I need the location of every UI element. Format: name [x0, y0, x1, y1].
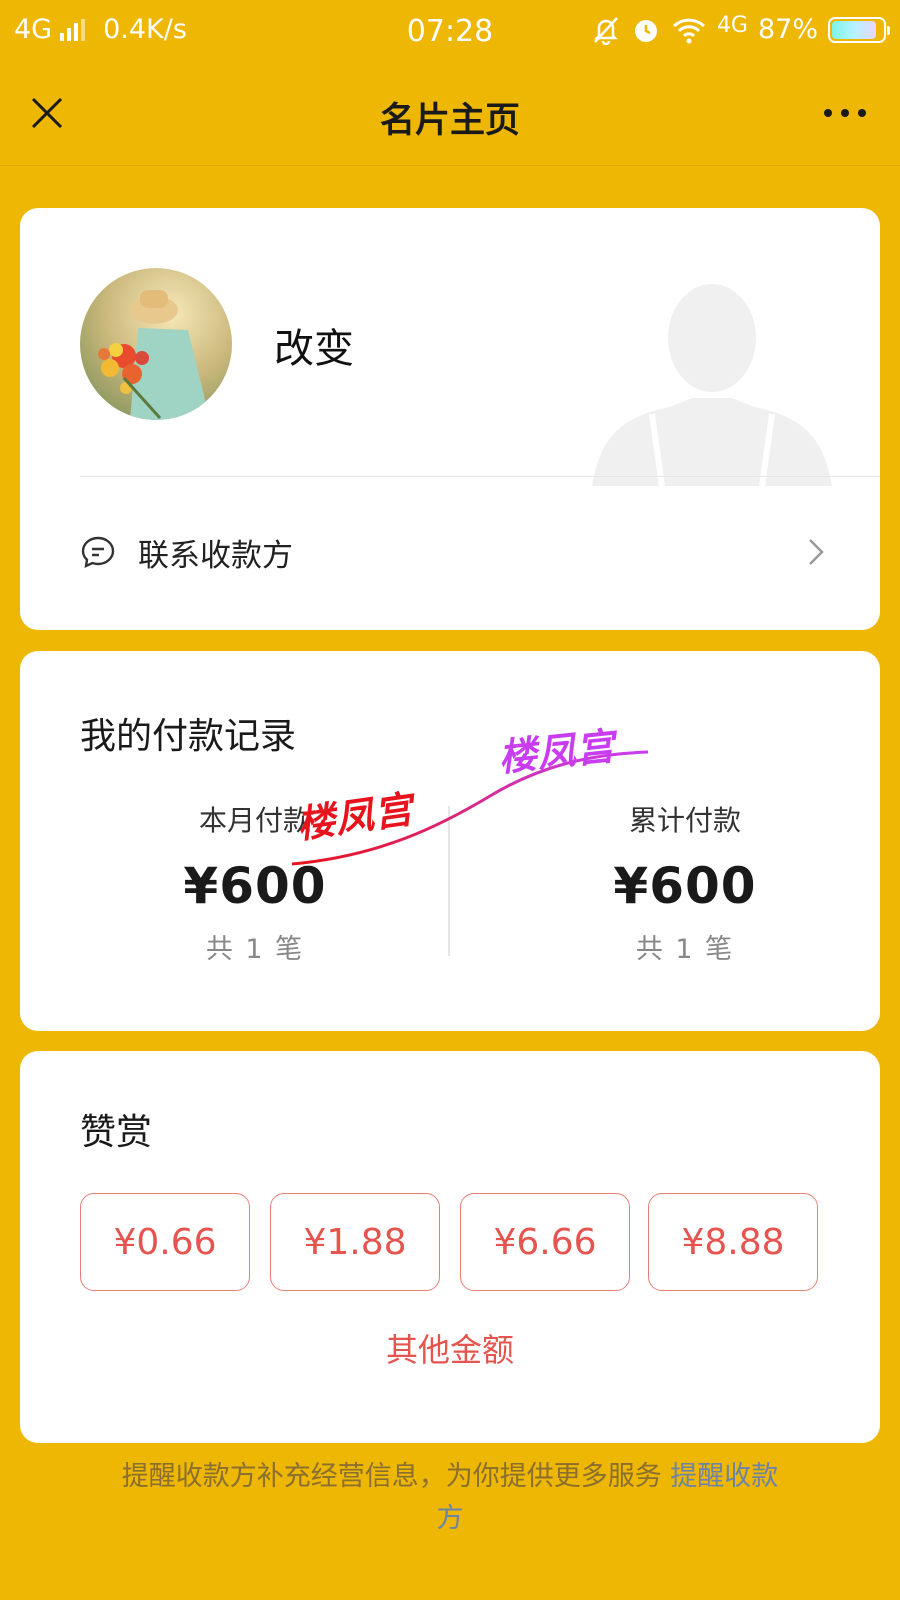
contact-payee-label: 联系收款方 [138, 537, 293, 574]
other-amount-button[interactable]: 其他金额 [20, 1325, 880, 1371]
network-type-right: 4G [716, 13, 748, 38]
battery-fill [832, 20, 876, 39]
profile-silhouette-icon [592, 284, 832, 486]
footer-text: 提醒收款方补充经营信息，为你提供更多服务 [121, 1461, 671, 1492]
footer-note: 提醒收款方补充经营信息，为你提供更多服务 提醒收款方 [110, 1456, 790, 1540]
tip-card: 赞赏 ¥0.66 ¥1.88 ¥6.66 ¥8.88 其他金额 [20, 1051, 880, 1443]
status-right: 4G 87% [591, 13, 890, 45]
alarm-icon [634, 19, 657, 42]
tip-amount-button[interactable]: ¥8.88 [648, 1193, 818, 1291]
profile-name: 改变 [274, 326, 354, 372]
records-title: 我的付款记录 [80, 716, 297, 757]
wifi-icon [672, 18, 705, 43]
battery-percent: 87% [757, 14, 818, 45]
page-title: 名片主页 [379, 101, 520, 141]
mute-bell-icon [593, 16, 618, 45]
divider [80, 476, 880, 477]
total-payment-count: 共 1 笔 [635, 934, 735, 965]
tip-amount-button[interactable]: ¥0.66 [80, 1193, 250, 1291]
more-icon[interactable] [820, 98, 870, 128]
chat-icon [81, 536, 115, 569]
chevron-right-icon [809, 539, 824, 565]
nav-bar: 名片主页 [0, 62, 900, 166]
tip-title: 赞赏 [80, 1112, 153, 1153]
month-payment-count: 共 1 笔 [205, 934, 305, 965]
battery-icon [828, 16, 890, 43]
payment-records-card: 我的付款记录 本月付款 ¥600 共 1 笔 累计付款 ¥600 共 1 笔 楼… [20, 651, 880, 1031]
tip-amount-button[interactable]: ¥1.88 [270, 1193, 440, 1291]
contact-payee-row[interactable]: 联系收款方 [80, 520, 826, 584]
avatar[interactable] [80, 268, 232, 420]
tip-amount-button[interactable]: ¥6.66 [460, 1193, 630, 1291]
status-bar: 4G 0.4K/s 07:28 4G 87% [0, 0, 900, 62]
profile-card: 改变 联系收款方 [20, 208, 880, 630]
